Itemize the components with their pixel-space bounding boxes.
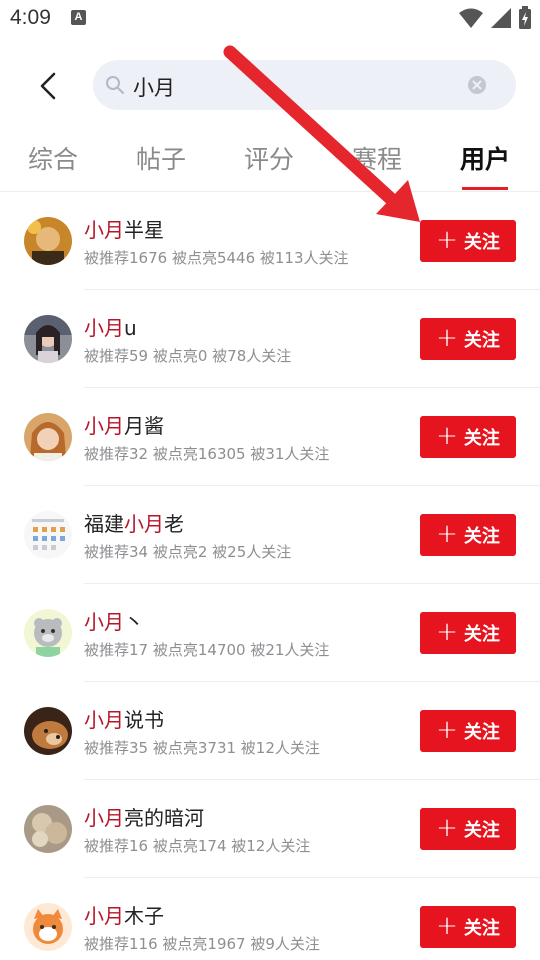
tab-all[interactable]: 综合	[28, 140, 78, 176]
user-stats: 被推荐1676 被点亮5446 被113人关注	[84, 249, 349, 267]
user-stats: 被推荐16 被点亮174 被12人关注	[84, 837, 311, 855]
follow-button[interactable]: + 关注	[420, 906, 516, 948]
avatar[interactable]	[24, 511, 72, 559]
plus-icon: +	[436, 322, 458, 353]
user-name[interactable]: 小月u	[84, 312, 137, 341]
user-list-item[interactable]: 小月u 被推荐59 被点亮0 被78人关注 + 关注	[0, 290, 540, 388]
plus-icon: +	[436, 420, 458, 451]
user-list-item[interactable]: 小月亮的暗河 被推荐16 被点亮174 被12人关注 + 关注	[0, 780, 540, 878]
user-stats: 被推荐32 被点亮16305 被31人关注	[84, 445, 330, 463]
follow-button[interactable]: + 关注	[420, 416, 516, 458]
follow-button[interactable]: + 关注	[420, 710, 516, 752]
search-header: 小月	[0, 58, 540, 114]
plus-icon: +	[436, 224, 458, 255]
user-name[interactable]: 小月半星	[84, 214, 164, 243]
plus-icon: +	[436, 910, 458, 941]
follow-button[interactable]: + 关注	[420, 808, 516, 850]
user-name[interactable]: 小月丶	[84, 606, 144, 635]
cellular-signal-icon	[491, 8, 511, 28]
user-name[interactable]: 小月亮的暗河	[84, 802, 204, 831]
chevron-left-icon	[40, 72, 56, 100]
search-input[interactable]: 小月	[93, 60, 516, 110]
plus-icon: +	[436, 812, 458, 843]
avatar[interactable]	[24, 805, 72, 853]
plus-icon: +	[436, 616, 458, 647]
user-name[interactable]: 福建小月老	[84, 508, 184, 537]
follow-button[interactable]: + 关注	[420, 514, 516, 556]
user-list-item[interactable]: 小月丶 被推荐17 被点亮14700 被21人关注 + 关注	[0, 584, 540, 682]
user-stats: 被推荐34 被点亮2 被25人关注	[84, 543, 292, 561]
tab-ratings[interactable]: 评分	[244, 140, 294, 176]
avatar[interactable]	[24, 413, 72, 461]
tab-schedule[interactable]: 赛程	[352, 140, 402, 176]
user-stats: 被推荐116 被点亮1967 被9人关注	[84, 935, 320, 953]
avatar[interactable]	[24, 315, 72, 363]
user-name[interactable]: 小月月酱	[84, 410, 164, 439]
avatar[interactable]	[24, 609, 72, 657]
tab-bar: 综合 帖子 评分 赛程 用户	[0, 134, 540, 192]
avatar[interactable]	[24, 903, 72, 951]
tab-users[interactable]: 用户	[460, 140, 510, 176]
plus-icon: +	[436, 714, 458, 745]
back-button[interactable]	[32, 68, 64, 104]
user-name[interactable]: 小月说书	[84, 704, 164, 733]
status-bar: 4:09 A	[0, 0, 540, 38]
user-stats: 被推荐17 被点亮14700 被21人关注	[84, 641, 330, 659]
avatar[interactable]	[24, 217, 72, 265]
tab-posts[interactable]: 帖子	[136, 140, 186, 176]
user-list-item[interactable]: 小月木子 被推荐116 被点亮1967 被9人关注 + 关注	[0, 878, 540, 960]
notification-icon: A	[71, 10, 86, 25]
plus-icon: +	[436, 518, 458, 549]
user-stats: 被推荐35 被点亮3731 被12人关注	[84, 739, 320, 757]
user-stats: 被推荐59 被点亮0 被78人关注	[84, 347, 292, 365]
user-name[interactable]: 小月木子	[84, 900, 164, 929]
search-query[interactable]: 小月	[133, 72, 175, 102]
user-list: 小月半星 被推荐1676 被点亮5446 被113人关注 + 关注 小月u 被推荐…	[0, 192, 540, 960]
status-time: 4:09	[10, 6, 51, 29]
wifi-icon	[459, 8, 483, 28]
follow-button[interactable]: + 关注	[420, 220, 516, 262]
user-list-item[interactable]: 小月说书 被推荐35 被点亮3731 被12人关注 + 关注	[0, 682, 540, 780]
status-icons	[458, 6, 532, 30]
clear-icon[interactable]	[468, 76, 486, 94]
search-icon	[106, 76, 124, 94]
follow-button[interactable]: + 关注	[420, 318, 516, 360]
user-list-item[interactable]: 福建小月老 被推荐34 被点亮2 被25人关注 + 关注	[0, 486, 540, 584]
avatar[interactable]	[24, 707, 72, 755]
active-tab-indicator	[462, 187, 508, 190]
battery-charging-icon	[519, 6, 531, 29]
user-list-item[interactable]: 小月月酱 被推荐32 被点亮16305 被31人关注 + 关注	[0, 388, 540, 486]
follow-button[interactable]: + 关注	[420, 612, 516, 654]
user-list-item[interactable]: 小月半星 被推荐1676 被点亮5446 被113人关注 + 关注	[0, 192, 540, 290]
